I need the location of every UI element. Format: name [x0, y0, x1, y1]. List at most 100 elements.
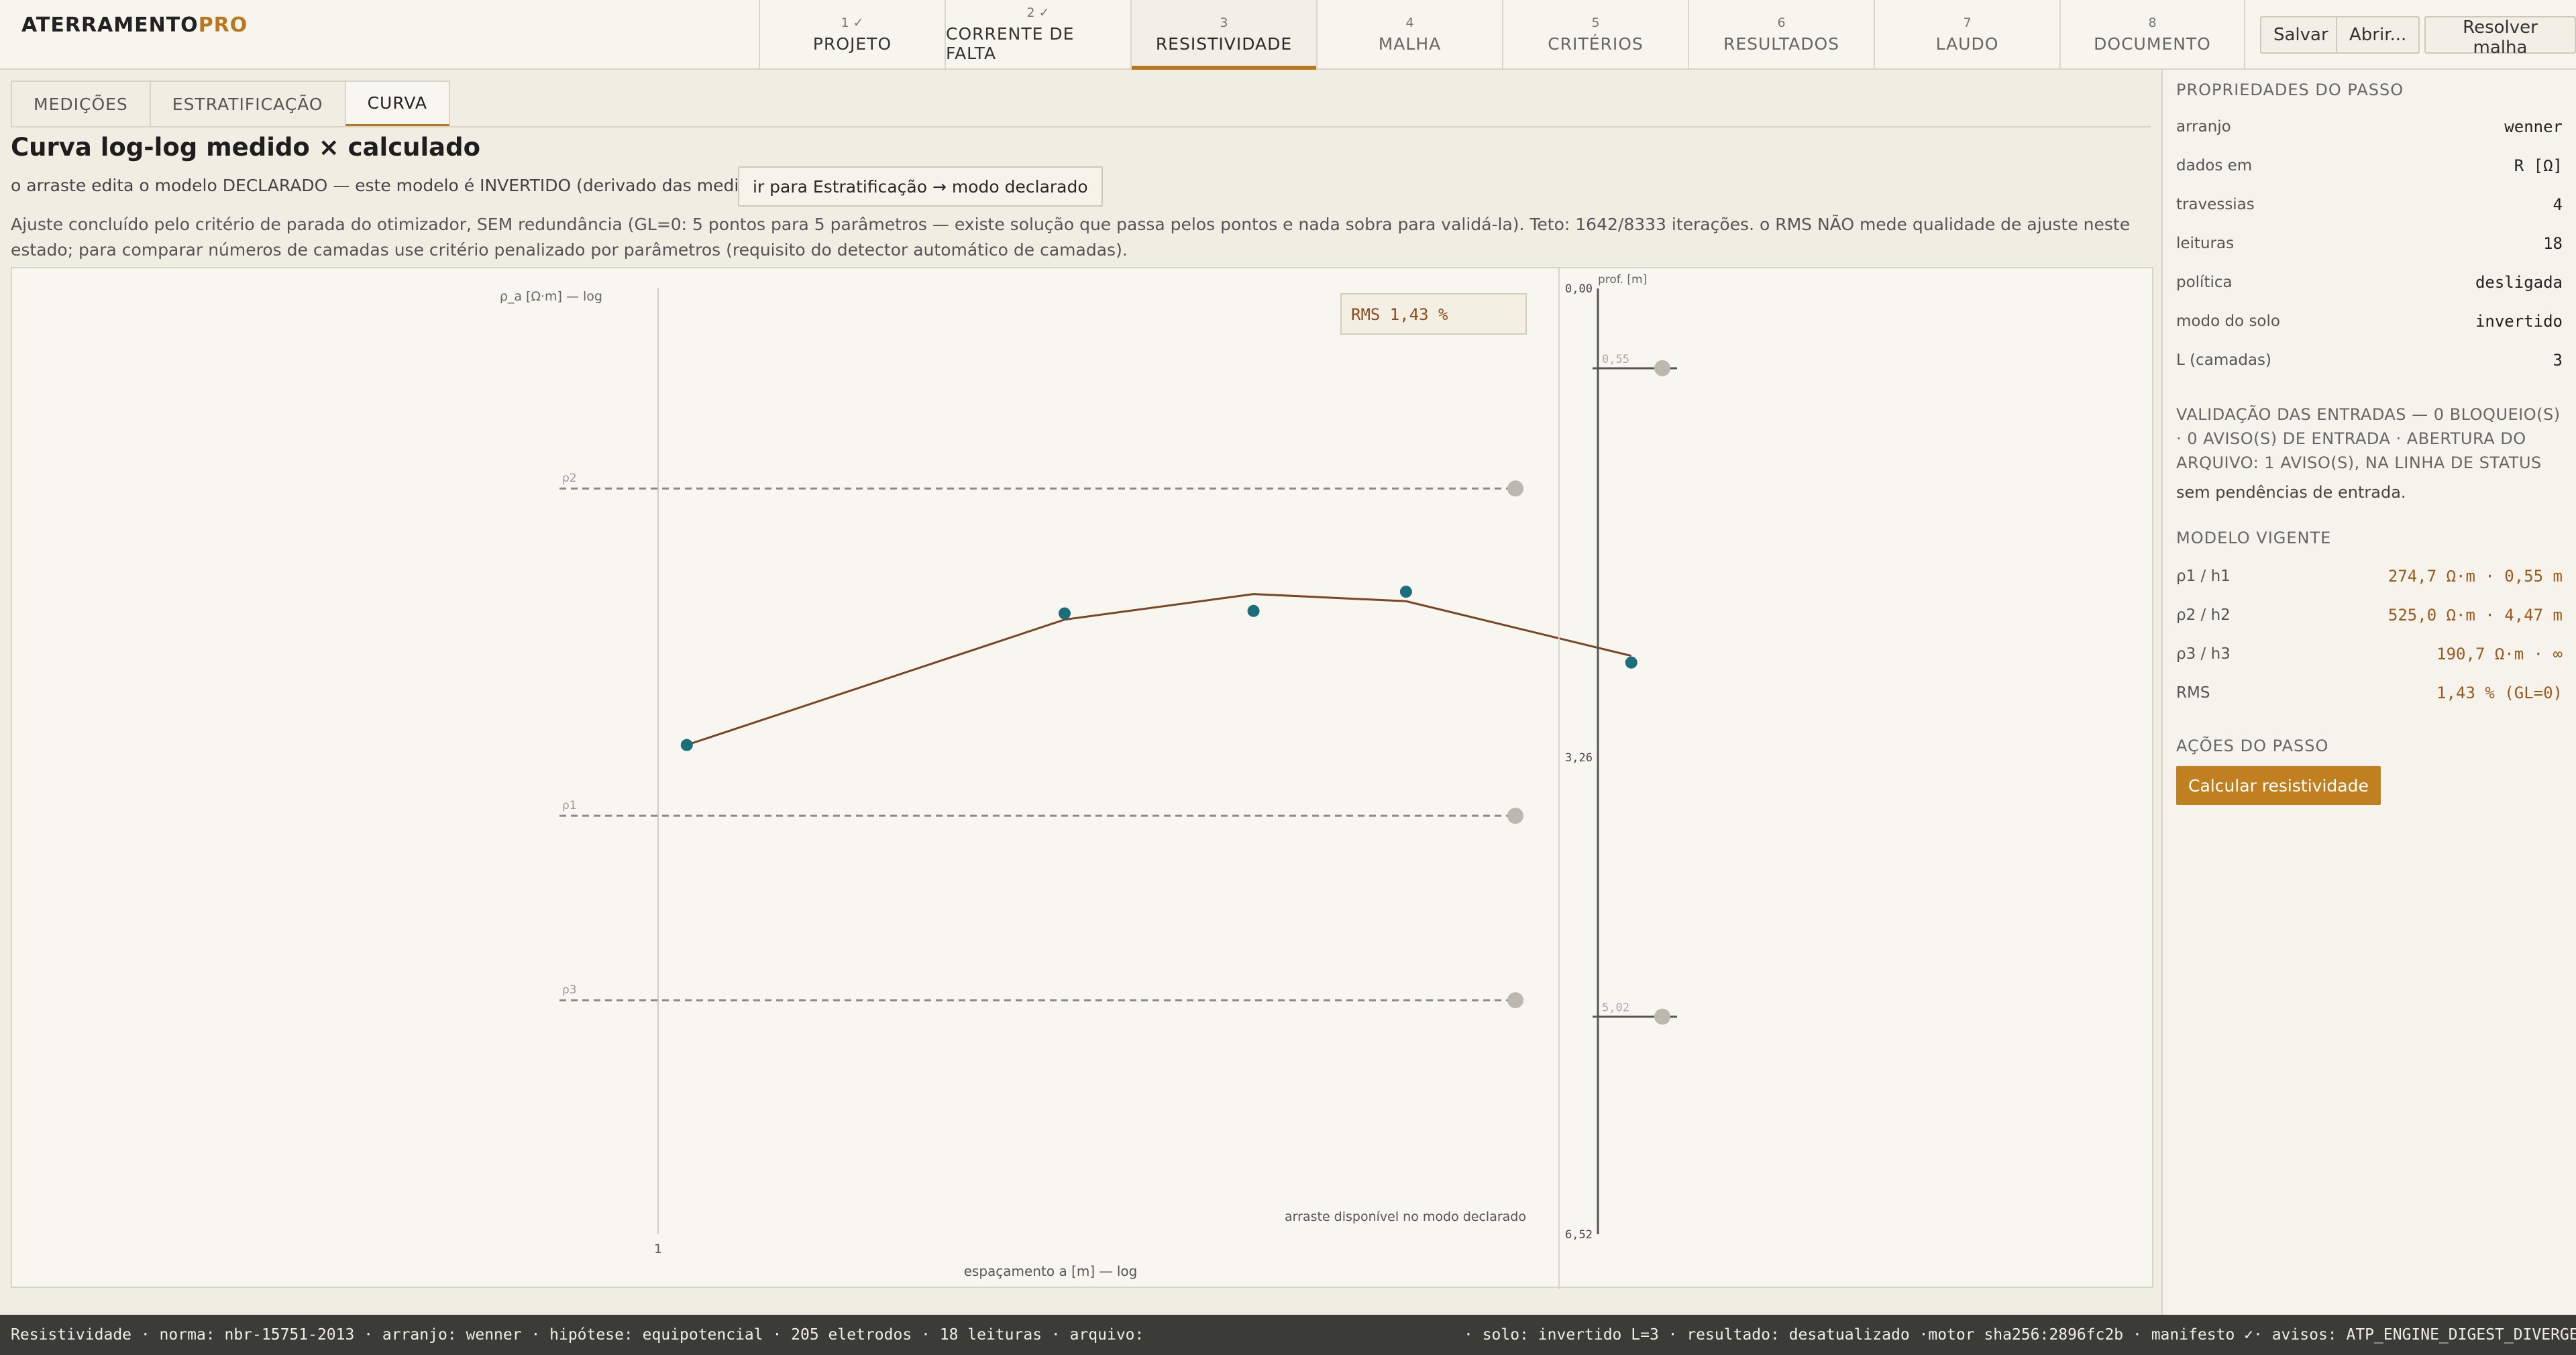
step-corrente-de-falta[interactable]: 2 ✓ CORRENTE DE FALTA: [945, 0, 1130, 68]
prop-value: invertido: [2475, 312, 2563, 331]
prop-value: 18: [2543, 234, 2563, 253]
interface-label: 0,55: [1602, 353, 1629, 366]
step-label: MALHA: [1378, 34, 1442, 54]
interface-handle[interactable]: [1654, 1008, 1670, 1025]
x-tick-label: 1: [654, 1242, 662, 1256]
level-handle[interactable]: [1507, 480, 1523, 497]
interface-handle[interactable]: [1654, 360, 1670, 376]
prop-key: travessias: [2176, 196, 2255, 213]
model-row: ρ3 / h3 190,7 Ω·m · ∞: [2176, 635, 2563, 673]
prop-row: dados em R [Ω]: [2176, 146, 2563, 185]
level-handle[interactable]: [1507, 808, 1523, 824]
open-button[interactable]: Abrir...: [2336, 16, 2420, 54]
tab-curva[interactable]: CURVA: [344, 80, 450, 127]
curve-chart-panel: ρ_a [Ω·m] — log 1 espaçamento a [m] — lo…: [11, 267, 2153, 1289]
actions-title: AÇÕES DO PASSO: [2176, 737, 2329, 755]
step-criterios[interactable]: 5 CRITÉRIOS: [1502, 0, 1688, 68]
model-title: MODELO VIGENTE: [2176, 529, 2332, 547]
rms-label: RMS 1,43 %: [1351, 305, 1448, 324]
status-left: Resistividade · norma: nbr-15751-2013 · …: [11, 1326, 1144, 1344]
model-key: ρ2 / h2: [2176, 606, 2231, 624]
go-to-stratification-button[interactable]: ir para Estratificação → modo declarado: [738, 166, 1103, 207]
solve-grid-button[interactable]: Resolver malha: [2424, 16, 2576, 58]
prop-key: dados em: [2176, 157, 2253, 174]
step-number: 7: [1963, 15, 1972, 30]
depth-axis-label: prof. [m]: [1598, 273, 1647, 286]
step-label: RESULTADOS: [1723, 34, 1840, 54]
depth-ticks: 0,00 3,26 6,52: [1565, 282, 1593, 1242]
depth-tick-label: 0,00: [1565, 282, 1593, 296]
step-resistividade[interactable]: 3 RESISTIVIDADE: [1130, 0, 1316, 70]
prop-row: arranjo wenner: [2176, 107, 2563, 146]
measured-point: [1625, 656, 1638, 669]
save-button[interactable]: Salvar: [2260, 16, 2342, 54]
level-label: ρ2: [562, 472, 577, 485]
interface-label: 5,02: [1602, 1001, 1629, 1015]
prop-row: leituras 18: [2176, 224, 2563, 263]
prop-value: 3: [2553, 351, 2563, 370]
depth-interfaces: 0,55 5,02: [1593, 353, 1677, 1025]
app-header: ATERRAMENTOPRO 1 ✓ PROJETO 2 ✓ CORRENTE …: [0, 0, 2576, 70]
step-projeto[interactable]: 1 ✓ PROJETO: [759, 0, 945, 68]
prop-key: política: [2176, 274, 2233, 291]
measured-point: [680, 739, 693, 751]
level-handle[interactable]: [1507, 992, 1523, 1009]
app-logo: ATERRAMENTOPRO: [21, 13, 248, 37]
prop-value: wenner: [2504, 117, 2563, 136]
model-value: 1,43 % (GL=0): [2436, 684, 2563, 702]
step-label: CRITÉRIOS: [1548, 34, 1644, 54]
prop-key: modo do solo: [2176, 313, 2280, 330]
x-axis-label: espaçamento a [m] — log: [964, 1263, 1138, 1279]
main-content: MEDIÇÕES ESTRATIFICAÇÃO CURVA Curva log-…: [0, 70, 2160, 1315]
measured-point: [1058, 607, 1071, 620]
prop-row: L (camadas) 3: [2176, 341, 2563, 380]
y-axis-label: ρ_a [Ω·m] — log: [500, 289, 602, 304]
tab-medicoes[interactable]: MEDIÇÕES: [11, 80, 150, 127]
prop-value: 4: [2553, 195, 2563, 214]
step-number: 4: [1405, 15, 1414, 30]
props-title: PROPRIEDADES DO PASSO: [2176, 80, 2404, 99]
model-note: o arraste edita o modelo DECLARADO — est…: [11, 176, 790, 195]
page-title: Curva log-log medido × calculado: [11, 133, 481, 162]
prop-row: travessias 4: [2176, 185, 2563, 224]
prop-key: arranjo: [2176, 118, 2231, 136]
step-number: 1 ✓: [841, 15, 864, 30]
properties-sidebar: PROPRIEDADES DO PASSO arranjo wenner dado…: [2161, 70, 2576, 1315]
model-key: ρ3 / h3: [2176, 645, 2231, 663]
validation-ok: sem pendências de entrada.: [2176, 483, 2406, 502]
level-label: ρ3: [562, 983, 577, 997]
logo-text: ATERRAMENTO: [21, 13, 199, 37]
model-row: ρ2 / h2 525,0 Ω·m · 4,47 m: [2176, 596, 2563, 635]
validation-summary: VALIDAÇÃO DAS ENTRADAS — 0 BLOQUEIO(S) ·…: [2176, 405, 2561, 472]
prop-row: modo do solo invertido: [2176, 302, 2563, 341]
model-key: RMS: [2176, 684, 2210, 702]
prop-key: L (camadas): [2176, 351, 2271, 369]
subtabs: MEDIÇÕES ESTRATIFICAÇÃO CURVA: [11, 80, 450, 127]
prop-value: desligada: [2475, 273, 2563, 292]
step-number: 3: [1220, 15, 1228, 30]
step-number: 6: [1777, 15, 1786, 30]
step-resultados[interactable]: 6 RESULTADOS: [1688, 0, 1874, 68]
subtabs-divider: [11, 126, 2151, 127]
logo-accent-text: PRO: [198, 13, 248, 37]
step-laudo[interactable]: 7 LAUDO: [1874, 0, 2059, 68]
tab-estratificacao[interactable]: ESTRATIFICAÇÃO: [149, 80, 345, 127]
wizard-steps: 1 ✓ PROJETO 2 ✓ CORRENTE DE FALTA 3 RESI…: [759, 0, 2245, 70]
measured-point: [1247, 604, 1260, 617]
prop-row: política desligada: [2176, 263, 2563, 302]
model-value: 190,7 Ω·m · ∞: [2436, 645, 2563, 663]
step-label: CORRENTE DE FALTA: [946, 24, 1075, 63]
status-right: · solo: invertido L=3 · resultado: desat…: [1464, 1326, 2576, 1344]
step-number: 8: [2148, 15, 2157, 30]
level-label: ρ1: [562, 799, 577, 812]
model-key: ρ1 / h1: [2176, 567, 2231, 585]
step-documento[interactable]: 8 DOCUMENTO: [2059, 0, 2245, 68]
model-value: 274,7 Ω·m · 0,55 m: [2387, 567, 2563, 586]
depth-tick-label: 3,26: [1565, 751, 1593, 765]
measured-point: [1399, 586, 1412, 598]
step-malha[interactable]: 4 MALHA: [1316, 0, 1502, 68]
model-row: ρ1 / h1 274,7 Ω·m · 0,55 m: [2176, 557, 2563, 596]
depth-tick-label: 6,52: [1565, 1228, 1593, 1242]
loglog-chart: ρ_a [Ω·m] — log 1 espaçamento a [m] — lo…: [500, 268, 1677, 1289]
calculate-resistivity-button[interactable]: Calcular resistividade: [2176, 766, 2381, 805]
